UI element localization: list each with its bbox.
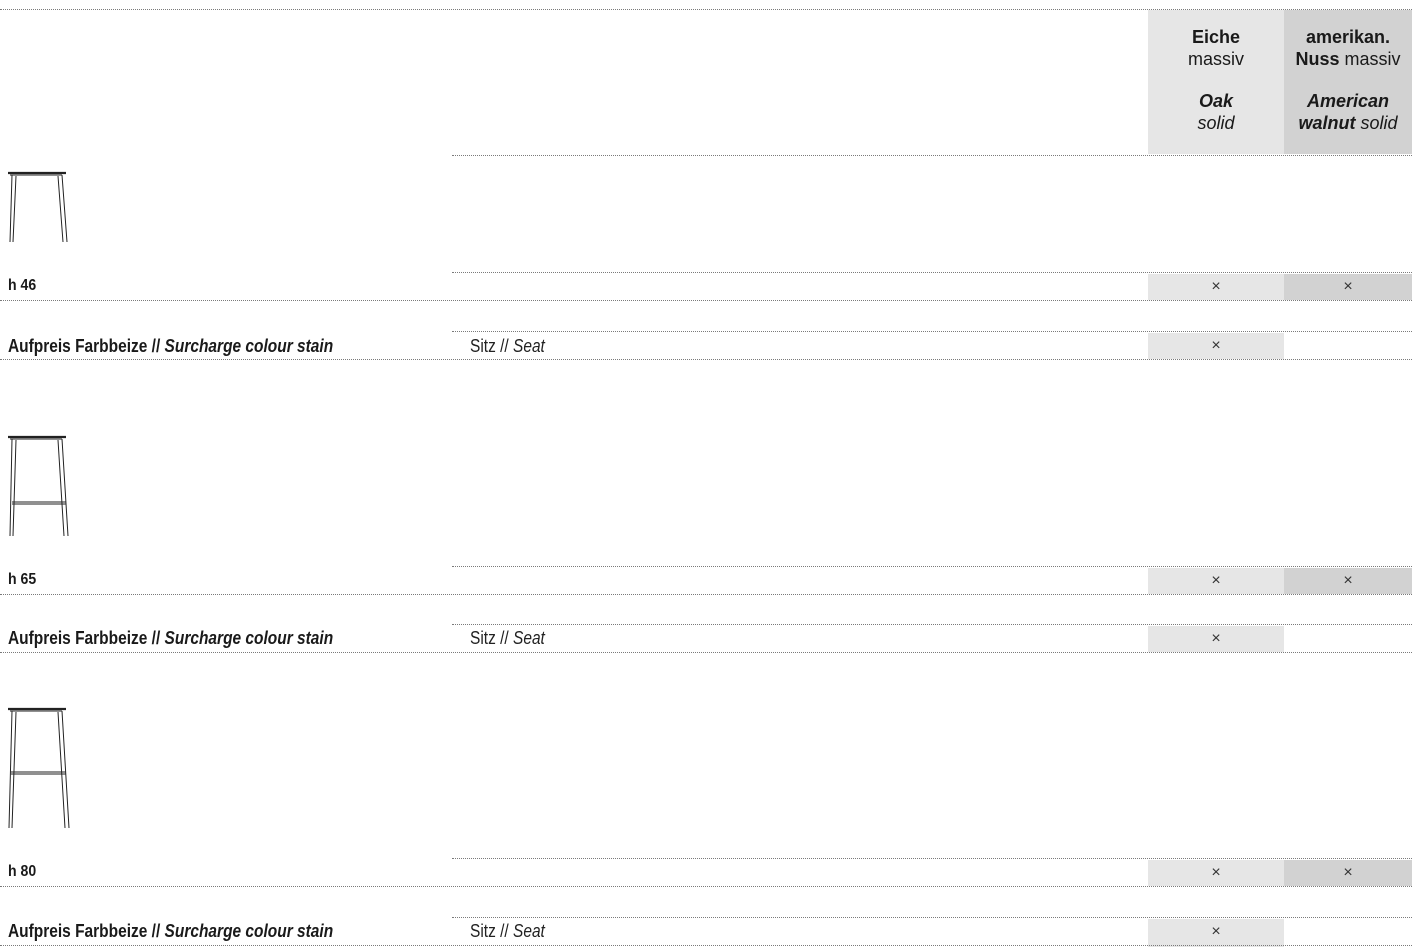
walnut-en-name-line2: walnut — [1298, 113, 1356, 133]
walnut-en-name-line1: American — [1306, 91, 1390, 111]
row-h65-top-rule — [452, 566, 1412, 567]
bar-stool-h80-icon — [8, 707, 70, 829]
bar-stool-h46-icon — [8, 171, 68, 243]
row-h46-bottom-rule — [0, 300, 1412, 301]
walnut-column-header: amerikan. Nuss massiv American walnut so… — [1284, 10, 1412, 154]
row-h46-top-rule — [452, 272, 1412, 273]
surcharge-2-label-de: Aufpreis Farbbeize // — [8, 628, 165, 648]
row-h65-bottom-rule — [0, 594, 1412, 595]
surcharge-2-top-rule — [452, 624, 1412, 625]
surcharge-3-label-en: Surcharge colour stain — [164, 921, 334, 941]
surcharge-1-part-en: Seat — [513, 336, 545, 356]
surcharge-1-oak-cell: × — [1148, 333, 1284, 359]
row-h80-walnut-cell: × — [1284, 860, 1412, 886]
row-h80-oak-cell: × — [1148, 860, 1284, 886]
surcharge-2-part-en: Seat — [513, 628, 545, 648]
row-h46-height-label: h 46 — [8, 277, 37, 294]
surcharge-1-part: Sitz // Seat — [470, 336, 545, 357]
bar-stool-h65-icon — [8, 435, 69, 537]
surcharge-1-label: Aufpreis Farbbeize // Surcharge colour s… — [8, 336, 333, 357]
row-h80-height-label: h 80 — [8, 863, 37, 880]
row-h46-walnut-cell: × — [1284, 274, 1412, 300]
surcharge-2-label-en: Surcharge colour stain — [164, 628, 334, 648]
surcharge-3-bottom-rule — [0, 945, 1412, 946]
surcharge-1-label-de: Aufpreis Farbbeize // — [8, 336, 165, 356]
oak-en-name: Oak — [1198, 91, 1234, 111]
oak-de-detail: massiv — [1187, 49, 1244, 69]
row-h46-oak-cell: × — [1148, 274, 1284, 300]
surcharge-3-top-rule — [452, 917, 1412, 918]
surcharge-2-label: Aufpreis Farbbeize // Surcharge colour s… — [8, 628, 333, 649]
surcharge-2-oak-cell: × — [1148, 626, 1284, 652]
header-bottom-rule — [452, 155, 1412, 156]
surcharge-1-part-de: Sitz // — [470, 336, 514, 356]
oak-column-header: Eiche massiv Oak solid — [1148, 10, 1284, 154]
surcharge-3-part-en: Seat — [513, 921, 545, 941]
surcharge-1-bottom-rule — [0, 359, 1412, 360]
row-h65-oak-cell: × — [1148, 568, 1284, 594]
walnut-en-detail: solid — [1360, 113, 1398, 133]
surcharge-1-top-rule — [452, 331, 1412, 332]
surcharge-3-label-de: Aufpreis Farbbeize // — [8, 921, 165, 941]
row-h80-top-rule — [452, 858, 1412, 859]
surcharge-2-part-de: Sitz // — [470, 628, 514, 648]
walnut-de-name-line1: amerikan. — [1305, 27, 1391, 47]
surcharge-3-part-de: Sitz // — [470, 921, 514, 941]
surcharge-3-label: Aufpreis Farbbeize // Surcharge colour s… — [8, 921, 333, 942]
surcharge-2-part: Sitz // Seat — [470, 628, 545, 649]
oak-en-detail: solid — [1197, 113, 1235, 133]
surcharge-3-part: Sitz // Seat — [470, 921, 545, 942]
row-h65-walnut-cell: × — [1284, 568, 1412, 594]
walnut-de-name-line2: Nuss — [1295, 49, 1340, 69]
surcharge-3-oak-cell: × — [1148, 919, 1284, 947]
surcharge-1-label-en: Surcharge colour stain — [164, 336, 334, 356]
row-h80-bottom-rule — [0, 886, 1412, 887]
surcharge-2-bottom-rule — [0, 652, 1412, 653]
row-h65-height-label: h 65 — [8, 571, 37, 588]
walnut-de-detail: massiv — [1344, 49, 1401, 69]
oak-de-name: Eiche — [1191, 27, 1241, 47]
